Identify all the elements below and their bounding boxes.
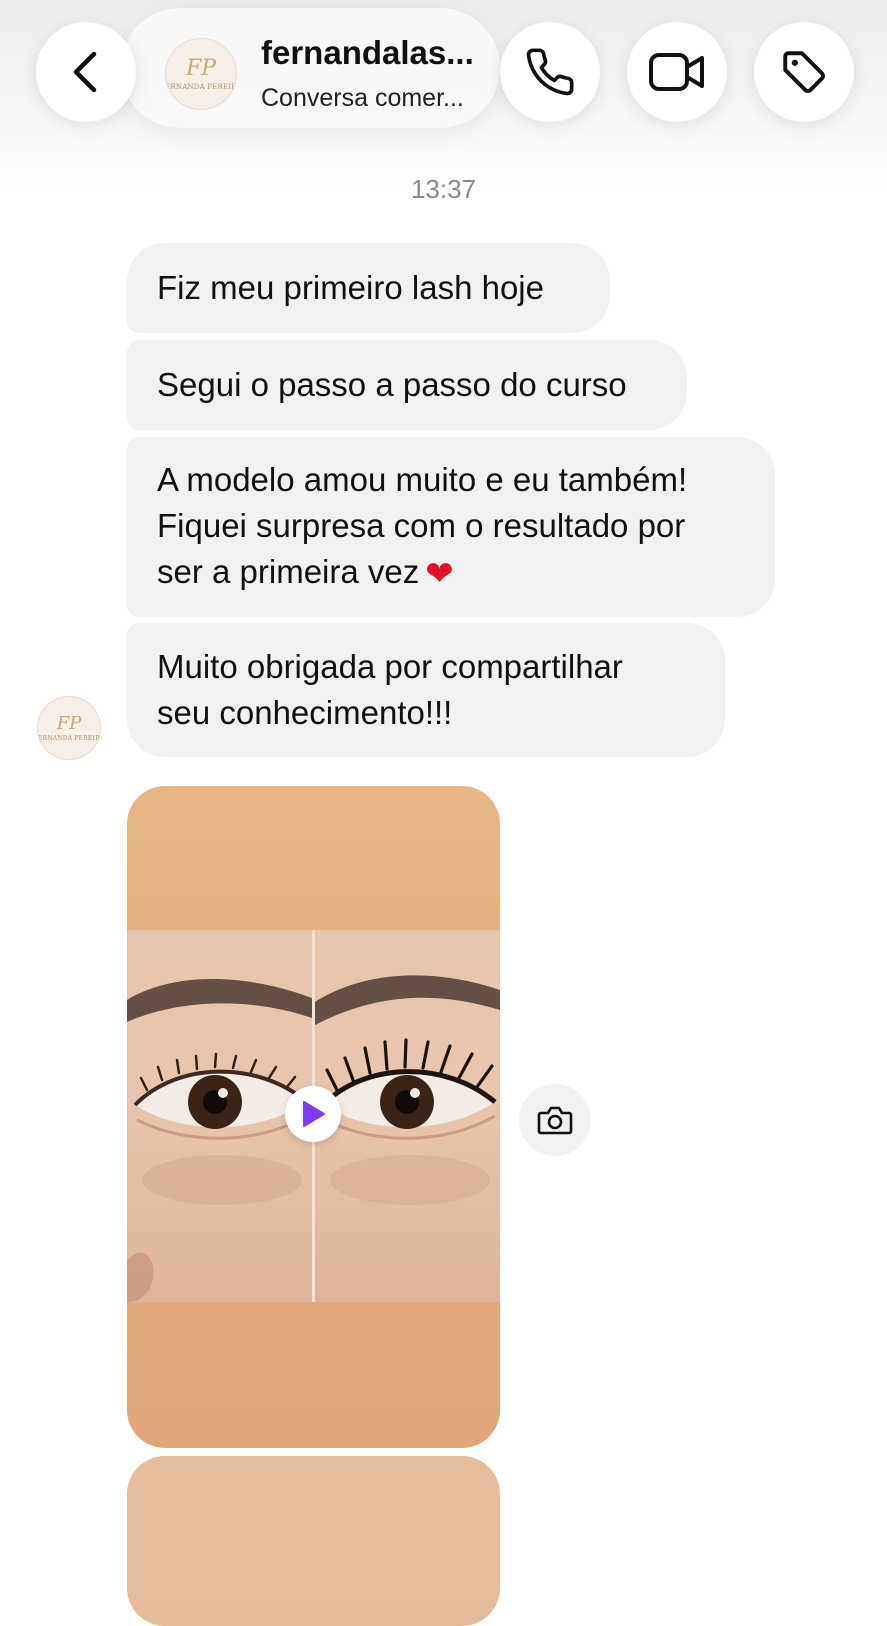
message-text-line: Fiquei surpresa com o resultado por bbox=[157, 507, 686, 544]
message-bubble[interactable]: A modelo amou muito e eu também! Fiquei … bbox=[127, 437, 775, 617]
camera-icon bbox=[537, 1106, 573, 1135]
message-text-line: Muito obrigada por compartilhar bbox=[157, 648, 623, 685]
profile-avatar[interactable]: FP FERNANDA PEREIRA bbox=[165, 38, 237, 110]
video-camera-icon bbox=[649, 53, 704, 91]
message-bubble[interactable]: Segui o passo a passo do curso bbox=[127, 340, 687, 430]
back-button[interactable] bbox=[36, 22, 136, 122]
conversation-type-label: Conversa comer... bbox=[261, 84, 464, 112]
avatar-brand-text: FERNANDA PEREIRA bbox=[165, 82, 237, 91]
avatar-monogram: FP bbox=[185, 55, 217, 81]
tag-icon bbox=[783, 51, 825, 93]
message-text: Fiz meu primeiro lash hoje bbox=[157, 269, 544, 306]
profile-username[interactable]: fernandalas... bbox=[261, 34, 474, 72]
video-message[interactable] bbox=[127, 786, 500, 1448]
message-text-line: seu conhecimento!!! bbox=[157, 694, 453, 731]
message-text-line: A modelo amou muito e eu também! bbox=[157, 461, 688, 498]
after-eye-image bbox=[315, 930, 500, 1302]
phone-icon bbox=[526, 48, 574, 96]
avatar-monogram: FP bbox=[56, 712, 82, 734]
play-icon bbox=[303, 1101, 325, 1127]
video-call-button[interactable] bbox=[627, 22, 727, 122]
audio-call-button[interactable] bbox=[500, 22, 600, 122]
red-heart-emoji: ❤ bbox=[425, 554, 454, 594]
next-media-message[interactable] bbox=[127, 1456, 500, 1626]
message-bubble[interactable]: Muito obrigada por compartilhar seu conh… bbox=[127, 623, 725, 757]
message-bubble[interactable]: Fiz meu primeiro lash hoje bbox=[127, 243, 610, 333]
message-text-line: ser a primeira vez bbox=[157, 553, 420, 590]
camera-reply-button[interactable] bbox=[519, 1084, 591, 1156]
message-text: Segui o passo a passo do curso bbox=[157, 366, 627, 403]
message-text-line-with-emoji: ser a primeira vez ❤ bbox=[157, 549, 745, 597]
message-timestamp: 13:37 bbox=[410, 174, 477, 204]
avatar-brand-text: FERNANDA PEREIRA bbox=[37, 734, 101, 742]
play-button[interactable] bbox=[285, 1086, 341, 1142]
sender-avatar[interactable]: FP FERNANDA PEREIRA bbox=[37, 696, 101, 760]
chevron-left-icon bbox=[73, 51, 97, 93]
label-tag-button[interactable] bbox=[754, 22, 854, 122]
